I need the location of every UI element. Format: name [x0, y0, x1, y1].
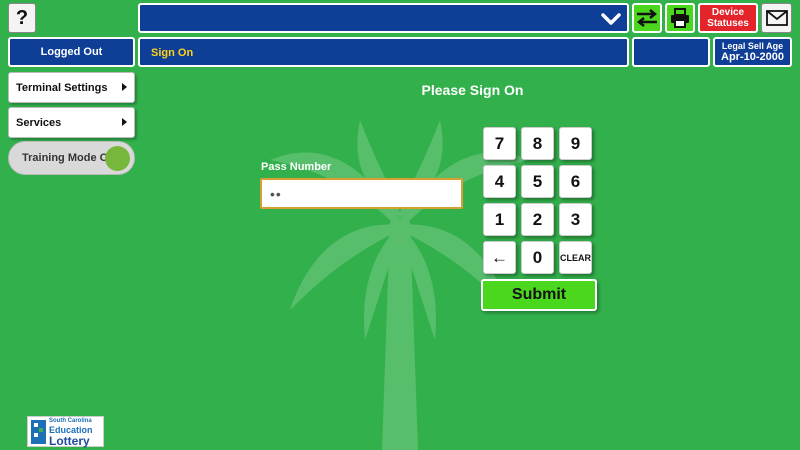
keypad-key-4[interactable]: 4	[483, 165, 516, 198]
keypad-key-3[interactable]: 3	[559, 203, 592, 236]
keypad-key-9[interactable]: 9	[559, 127, 592, 160]
device-statuses-button[interactable]: Device Statuses	[698, 3, 758, 33]
device-statuses-label-line1: Device	[711, 7, 745, 18]
legal-sell-age-date: Apr-10-2000	[721, 51, 784, 63]
sidebar-item-label: Services	[16, 116, 62, 129]
submit-button[interactable]: Submit	[481, 279, 597, 311]
keypad-key-8[interactable]: 8	[521, 127, 554, 160]
logo-line3: Lottery	[49, 434, 90, 448]
help-button[interactable]: ?	[8, 3, 36, 33]
keypad-key-6[interactable]: 6	[559, 165, 592, 198]
legal-sell-age-label: Legal Sell Age	[721, 41, 784, 51]
pass-number-input[interactable]: ••	[260, 178, 463, 209]
keypad-key-1[interactable]: 1	[483, 203, 516, 236]
top-dropdown-bar[interactable]	[138, 3, 629, 33]
chevron-right-icon	[122, 83, 127, 91]
current-screen-bar: Sign On	[138, 37, 629, 67]
mail-icon	[765, 10, 788, 26]
printer-icon	[671, 8, 689, 28]
toggle-knob	[105, 146, 130, 171]
legal-sell-age: Legal Sell Age Apr-10-2000	[713, 37, 792, 67]
keypad-backspace-key[interactable]: ←	[483, 241, 516, 274]
sidebar-item-label: Terminal Settings	[16, 81, 108, 94]
sc-education-lottery-logo: South Carolina Education Lottery	[27, 416, 104, 448]
sidebar-item-services[interactable]: Services	[8, 107, 135, 138]
lottery-logo-icon	[31, 420, 46, 444]
keypad-key-2[interactable]: 2	[521, 203, 554, 236]
device-statuses-label-line2: Statuses	[707, 18, 749, 29]
chevron-right-icon	[122, 118, 127, 126]
messages-button[interactable]	[761, 3, 792, 33]
keypad-key-7[interactable]: 7	[483, 127, 516, 160]
sidebar-item-terminal-settings[interactable]: Terminal Settings	[8, 72, 135, 103]
current-screen-label: Sign On	[151, 47, 194, 59]
logo-line1: South Carolina	[49, 418, 92, 424]
keypad-key-5[interactable]: 5	[521, 165, 554, 198]
pass-number-label: Pass Number	[261, 161, 332, 173]
keypad-key-0[interactable]: 0	[521, 241, 554, 274]
print-button[interactable]	[665, 3, 695, 33]
login-status: Logged Out	[8, 37, 135, 67]
info-bar-blank	[632, 37, 710, 67]
swap-button[interactable]	[632, 3, 662, 33]
training-mode-toggle[interactable]: Training Mode ON	[8, 141, 135, 175]
swap-arrows-icon	[636, 9, 658, 27]
keypad-clear-key[interactable]: CLEAR	[559, 241, 592, 274]
chevron-down-icon	[601, 13, 621, 25]
training-mode-label: Training Mode ON	[22, 152, 117, 164]
page-title: Please Sign On	[421, 82, 524, 98]
